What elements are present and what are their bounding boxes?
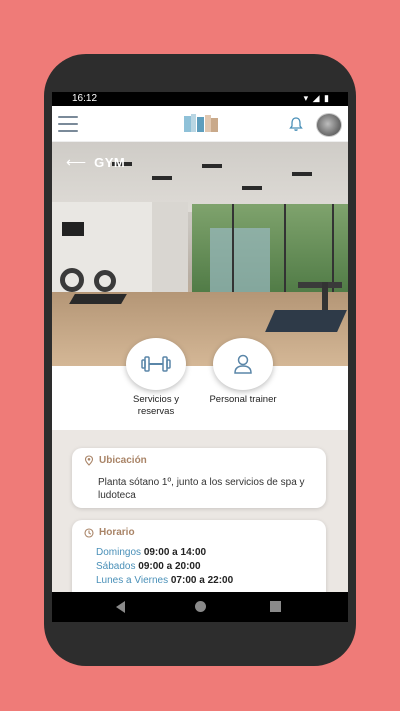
location-text: Planta sótano 1º, junto a los servicios … — [98, 477, 305, 501]
signal-icon: ◢ — [312, 93, 321, 103]
personal-trainer-button[interactable]: Personal trainer — [198, 338, 288, 406]
person-icon — [234, 354, 252, 374]
status-time: 16:12 — [72, 93, 98, 104]
exercise-bike — [60, 260, 120, 300]
schedule-row: Domingos 09:00 a 14:00 — [96, 547, 207, 558]
nav-back-icon[interactable] — [116, 601, 125, 613]
treadmill — [262, 282, 347, 334]
app-logo — [184, 114, 218, 132]
system-nav-bar — [52, 592, 348, 622]
clock-icon — [84, 527, 94, 538]
app-bar — [52, 106, 348, 142]
back-navigation[interactable]: ⟵ GYM — [66, 154, 125, 171]
arrow-left-icon[interactable]: ⟵ — [66, 154, 86, 171]
status-bar: 16:12 ▾ ◢ ▮ — [52, 92, 348, 106]
action-buttons: Servicios y reservas Personal trainer — [52, 338, 348, 430]
dumbbell-icon — [141, 356, 171, 372]
phone-screen: 16:12 ▾ ◢ ▮ ⟵ GYM Servicios y reservas P… — [52, 92, 348, 622]
location-heading: Ubicación — [99, 455, 147, 466]
status-icons: ▾ ◢ ▮ — [304, 93, 330, 104]
info-section: Ubicación Planta sótano 1º, junto a los … — [52, 430, 348, 610]
nav-home-icon[interactable] — [195, 601, 206, 612]
servicios-reservas-label: Servicios y reservas — [133, 394, 179, 417]
wifi-icon: ▾ — [303, 93, 310, 103]
page-title: GYM — [94, 155, 126, 170]
user-avatar[interactable] — [316, 113, 342, 137]
servicios-reservas-button[interactable]: Servicios y reservas — [111, 338, 201, 418]
bell-icon[interactable] — [288, 116, 304, 132]
hamburger-menu-icon[interactable] — [58, 116, 78, 132]
location-pin-icon — [84, 455, 94, 466]
personal-trainer-label: Personal trainer — [209, 394, 277, 405]
schedule-row: Sábados 09:00 a 20:00 — [96, 561, 201, 572]
schedule-row: Lunes a Viernes 07:00 a 22:00 — [96, 575, 234, 586]
gym-hero-image — [52, 142, 348, 366]
location-card: Ubicación Planta sótano 1º, junto a los … — [72, 448, 326, 508]
battery-icon: ▮ — [324, 93, 330, 103]
schedule-list: Domingos 09:00 a 14:00 Sábados 09:00 a 2… — [72, 538, 326, 588]
schedule-heading: Horario — [99, 527, 135, 538]
tv-screen — [62, 222, 84, 236]
nav-recents-icon[interactable] — [270, 601, 281, 612]
